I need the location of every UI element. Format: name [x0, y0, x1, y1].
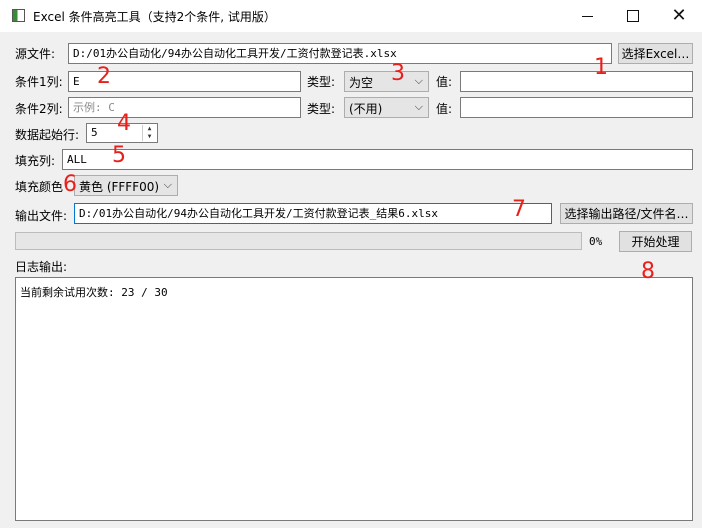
spin-up-icon[interactable]: ▲ [143, 125, 156, 133]
app-icon [12, 9, 25, 22]
chevron-down-icon: ⌵ [414, 100, 423, 113]
cond2-value-input[interactable] [460, 97, 693, 118]
cond1-type-value: 为空 [349, 76, 374, 90]
fill-column-input[interactable]: ALL [62, 149, 693, 170]
start-row-value: 5 [91, 126, 98, 139]
cond2-type-select[interactable]: (不用) ⌵ [344, 97, 429, 118]
window-title: Excel 条件高亮工具（支持2个条件, 试用版） [33, 10, 276, 24]
minimize-button[interactable] [564, 0, 610, 32]
progress-percent: 0% [589, 235, 603, 248]
maximize-button[interactable] [610, 0, 656, 32]
close-button[interactable]: ✕ [656, 0, 702, 32]
title-bar: Excel 条件高亮工具（支持2个条件, 试用版） ✕ [0, 0, 702, 32]
annotation-8: 8 [641, 259, 655, 284]
log-label: 日志输出: [15, 260, 68, 274]
cond2-type-value: (不用) [349, 102, 383, 116]
cond1-value-input[interactable] [460, 71, 693, 92]
cond1-column-label: 条件1列: [15, 75, 63, 89]
cond1-value-label: 值: [436, 75, 453, 89]
minimize-icon [581, 15, 593, 17]
maximize-icon [627, 10, 639, 22]
annotation-3: 3 [391, 61, 405, 86]
cond2-column-label: 条件2列: [15, 102, 63, 116]
annotation-6: 6 [63, 172, 77, 197]
cond2-column-input[interactable]: 示例: C [68, 97, 301, 118]
start-process-button[interactable]: 开始处理 [619, 231, 692, 252]
output-file-input[interactable]: D:/01办公自动化/94办公自动化工具开发/工资付款登记表_结果6.xlsx [74, 203, 552, 224]
fill-color-value: 黄色 (FFFF00) [79, 180, 160, 194]
close-icon: ✕ [671, 5, 687, 26]
spin-down-icon[interactable]: ▼ [143, 133, 156, 141]
annotation-7: 7 [512, 197, 526, 222]
fill-color-label: 填充颜色 [15, 180, 64, 194]
source-file-input[interactable]: D:/01办公自动化/94办公自动化工具开发/工资付款登记表.xlsx [68, 43, 612, 64]
chevron-down-icon: ⌵ [163, 178, 172, 191]
log-text: 当前剩余试用次数: 23 / 30 [20, 286, 168, 299]
progress-bar [15, 232, 582, 250]
select-excel-button[interactable]: 选择Excel… [618, 43, 693, 64]
spin-buttons[interactable]: ▲ ▼ [142, 125, 156, 141]
log-output[interactable]: 当前剩余试用次数: 23 / 30 [15, 277, 693, 521]
annotation-1: 1 [594, 55, 608, 80]
cond1-type-select[interactable]: 为空 ⌵ [344, 71, 429, 92]
source-file-label: 源文件: [15, 47, 56, 61]
annotation-5: 5 [112, 143, 126, 168]
annotation-4: 4 [117, 111, 131, 136]
fill-column-label: 填充列: [15, 154, 56, 168]
cond2-value-label: 值: [436, 102, 453, 116]
chevron-down-icon: ⌵ [414, 74, 423, 87]
cond2-type-label: 类型: [307, 102, 336, 116]
output-file-label: 输出文件: [15, 209, 68, 223]
start-row-label: 数据起始行: [15, 128, 80, 142]
select-output-button[interactable]: 选择输出路径/文件名… [560, 203, 693, 224]
annotation-2: 2 [97, 64, 111, 89]
cond1-type-label: 类型: [307, 75, 336, 89]
fill-color-select[interactable]: 黄色 (FFFF00) ⌵ [74, 175, 178, 196]
cond2-placeholder: 示例: C [73, 101, 115, 114]
